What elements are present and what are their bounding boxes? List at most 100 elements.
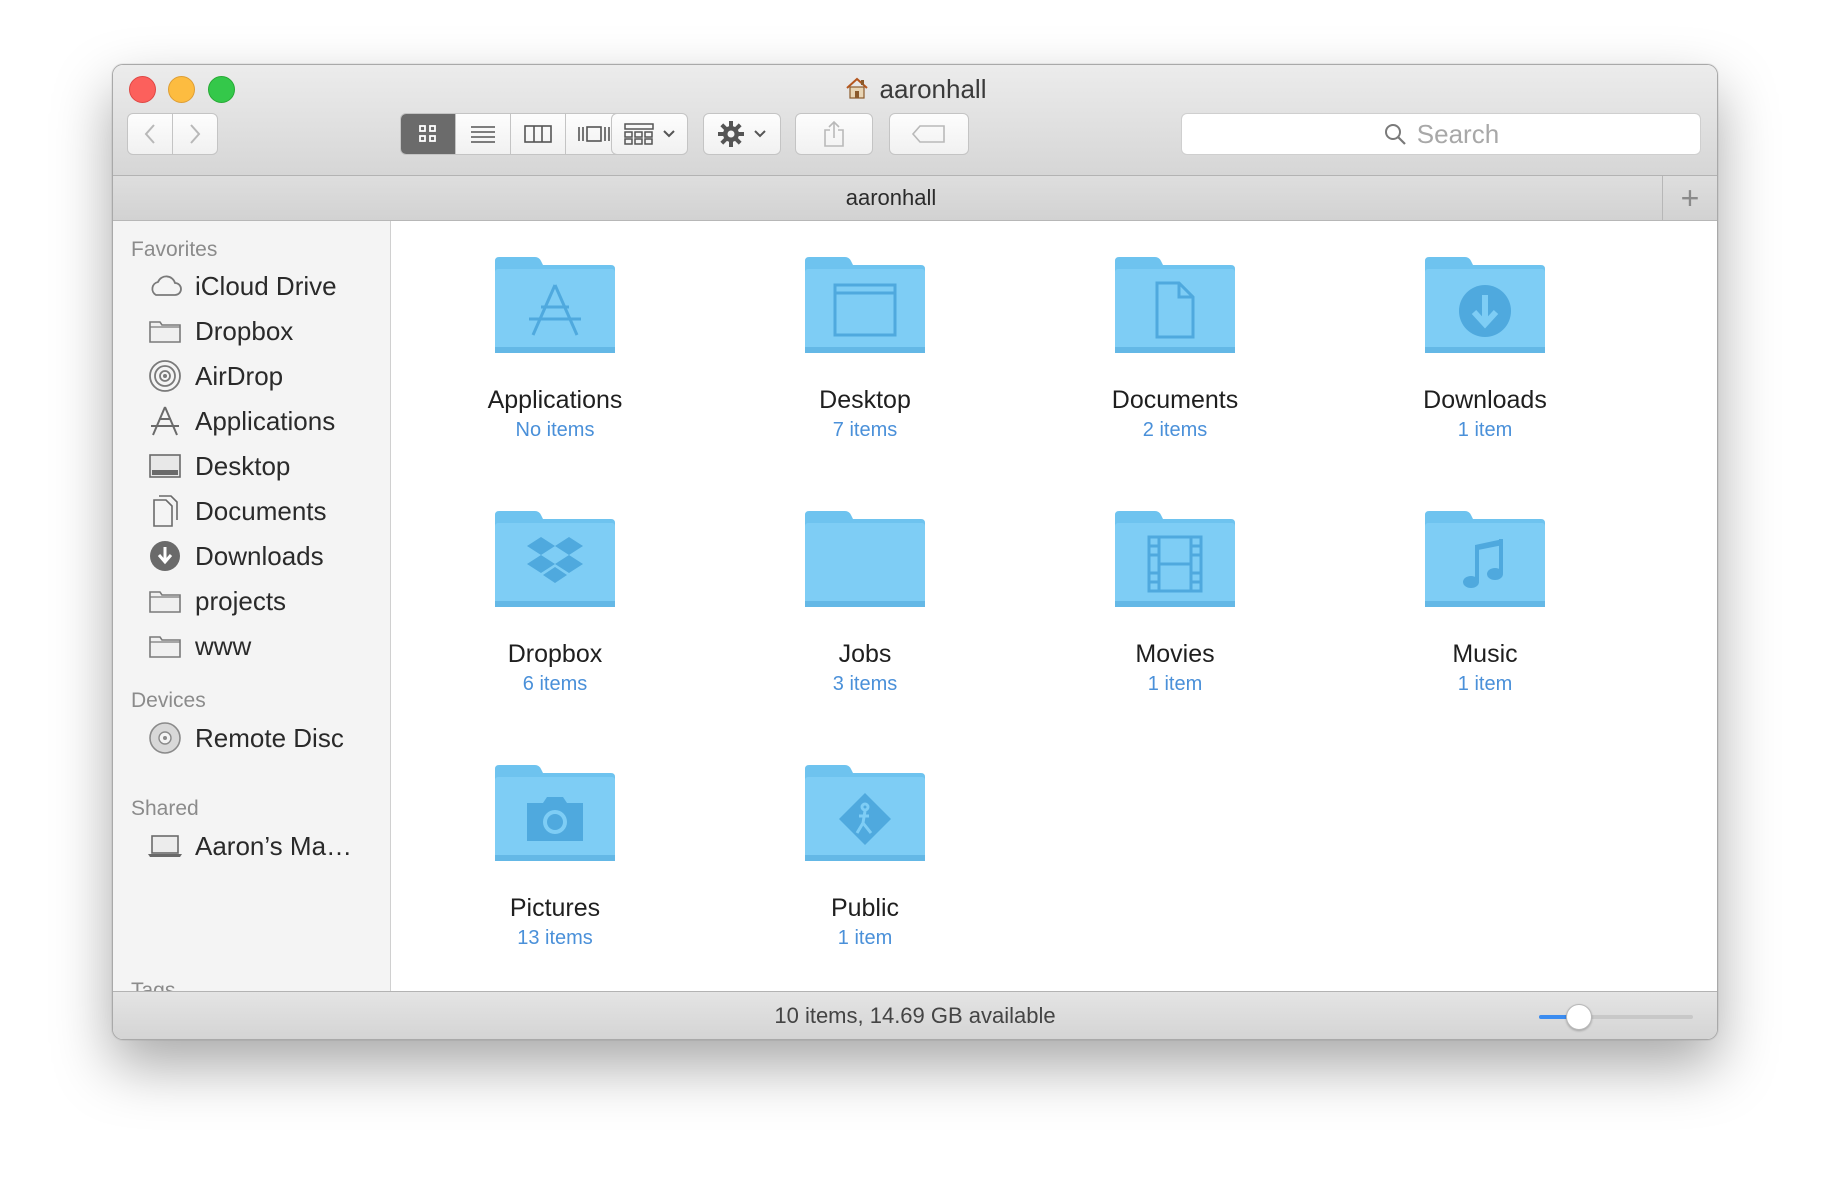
- folder-public[interactable]: Public 1 item: [755, 763, 975, 950]
- back-button[interactable]: [127, 113, 173, 155]
- folder-icon: [147, 630, 183, 662]
- search-field[interactable]: Search: [1181, 113, 1701, 155]
- sidebar-header-favorites: Favorites: [131, 238, 218, 261]
- sidebar-item-icloud-drive[interactable]: iCloud Drive: [147, 266, 337, 306]
- sidebar-item-label: Documents: [195, 495, 327, 526]
- sidebar-item-label: projects: [195, 585, 287, 616]
- folder-item-count: 7 items: [832, 419, 898, 441]
- pictures-folder-icon: [495, 765, 615, 861]
- view-mode-control: [400, 113, 622, 155]
- sidebar-item-documents[interactable]: Documents: [147, 491, 327, 531]
- window-title-area: aaronhall: [113, 74, 1717, 105]
- folder-jobs[interactable]: Jobs 3 items: [755, 509, 975, 696]
- chevron-down-icon: [662, 130, 675, 138]
- airdrop-icon: [147, 360, 183, 392]
- search-icon: [1384, 124, 1406, 145]
- icon-size-slider[interactable]: [1539, 1004, 1693, 1030]
- folder-applications[interactable]: Applications No items: [445, 255, 665, 442]
- sidebar-item-airdrop[interactable]: AirDrop: [147, 356, 283, 396]
- sidebar-item-dropbox[interactable]: Dropbox: [147, 311, 293, 351]
- tags-button[interactable]: [889, 113, 969, 155]
- forward-button[interactable]: [172, 113, 218, 155]
- slider-knob[interactable]: [1565, 1004, 1592, 1030]
- action-menu-button[interactable]: [703, 113, 781, 155]
- sidebar-item-label: Applications: [195, 405, 336, 436]
- column-view-button[interactable]: [511, 114, 566, 154]
- folder-icon: [147, 585, 183, 617]
- tab-aaronhall[interactable]: aaronhall: [113, 176, 1669, 220]
- folder-name: Movies: [1135, 640, 1215, 668]
- sidebar-item-label: iCloud Drive: [195, 270, 337, 301]
- folder-icon: [805, 511, 925, 607]
- folder-music[interactable]: Music 1 item: [1375, 509, 1595, 696]
- folder-item-count: 1 item: [1457, 419, 1513, 441]
- sidebar-item-label: Aaron’s Ma…: [195, 830, 353, 861]
- list-icon: [471, 126, 495, 143]
- sidebar-item-applications[interactable]: Applications: [147, 401, 335, 441]
- folder-name: Public: [830, 894, 900, 922]
- folder-documents[interactable]: Documents 2 items: [1065, 255, 1285, 442]
- folder-item-count: 3 items: [832, 673, 898, 695]
- folder-movies[interactable]: Movies 1 item: [1065, 509, 1285, 696]
- laptop-icon: [147, 830, 183, 862]
- list-view-button[interactable]: [456, 114, 511, 154]
- folder-item-count: 2 items: [1142, 419, 1208, 441]
- share-button[interactable]: [795, 113, 873, 155]
- dropbox-folder-icon: [495, 511, 615, 607]
- sidebar-item-downloads[interactable]: Downloads: [147, 536, 324, 576]
- gear-icon: [718, 121, 744, 147]
- folder-icon: [147, 315, 183, 347]
- sidebar-item-desktop[interactable]: Desktop: [147, 446, 290, 486]
- tag-icon: [911, 125, 945, 143]
- columns-icon: [524, 125, 552, 143]
- cloud-icon: [147, 270, 183, 302]
- sidebar-header-tags: Tags: [131, 979, 176, 991]
- share-icon: [824, 120, 844, 147]
- finder-window: aaronhall Search aaronhall + Favorites i…: [112, 64, 1718, 1040]
- folder-item-count: 6 items: [522, 673, 588, 695]
- folder-item-count: No items: [515, 419, 595, 441]
- applications-icon: [147, 405, 183, 437]
- icon-view-button[interactable]: [401, 114, 456, 154]
- folder-name: Pictures: [509, 894, 601, 922]
- folder-item-count: 1 item: [1147, 673, 1203, 695]
- plus-icon: +: [1680, 179, 1700, 216]
- folder-name: Jobs: [838, 640, 892, 668]
- search-placeholder: Search: [1416, 118, 1500, 149]
- window-title: aaronhall: [879, 74, 987, 104]
- folder-pictures[interactable]: Pictures 13 items: [445, 763, 665, 950]
- title-bar: aaronhall Search: [113, 65, 1717, 176]
- sidebar-item-aarons-mac[interactable]: Aaron’s Ma…: [147, 826, 352, 866]
- public-folder-icon: [805, 765, 925, 861]
- sidebar-item-label: www: [195, 630, 252, 661]
- file-grid: Applications No items Desktop 7 items Do…: [391, 221, 1717, 991]
- folder-downloads[interactable]: Downloads 1 item: [1375, 255, 1595, 442]
- sidebar: Favorites iCloud Drive Dropbox AirDrop A…: [113, 221, 391, 991]
- chevron-down-icon: [754, 130, 766, 138]
- sidebar-item-projects[interactable]: projects: [147, 581, 286, 621]
- music-folder-icon: [1425, 511, 1545, 607]
- sidebar-item-label: Desktop: [195, 450, 291, 481]
- desktop-icon: [147, 450, 183, 482]
- folder-name: Downloads: [1423, 386, 1547, 414]
- documents-icon: [147, 495, 183, 527]
- sidebar-item-label: AirDrop: [195, 360, 284, 391]
- sidebar-item-remote-disc[interactable]: Remote Disc: [147, 718, 344, 758]
- sidebar-header-devices: Devices: [131, 689, 206, 712]
- downloads-icon: [147, 540, 183, 572]
- arrange-icon: [623, 123, 654, 145]
- grid-icon: [419, 125, 436, 142]
- desktop-folder-icon: [805, 257, 925, 353]
- sidebar-item-www[interactable]: www: [147, 626, 251, 666]
- arrange-menu-button[interactable]: [611, 113, 688, 155]
- folder-name: Desktop: [819, 386, 911, 414]
- folder-desktop[interactable]: Desktop 7 items: [755, 255, 975, 442]
- folder-dropbox[interactable]: Dropbox 6 items: [445, 509, 665, 696]
- disc-icon: [147, 722, 183, 754]
- sidebar-item-label: Remote Disc: [195, 722, 344, 753]
- sidebar-item-label: Dropbox: [195, 315, 294, 346]
- folder-item-count: 13 items: [517, 927, 593, 949]
- chevron-left-icon: [144, 124, 155, 144]
- new-tab-button[interactable]: +: [1662, 176, 1717, 220]
- movies-folder-icon: [1115, 511, 1235, 607]
